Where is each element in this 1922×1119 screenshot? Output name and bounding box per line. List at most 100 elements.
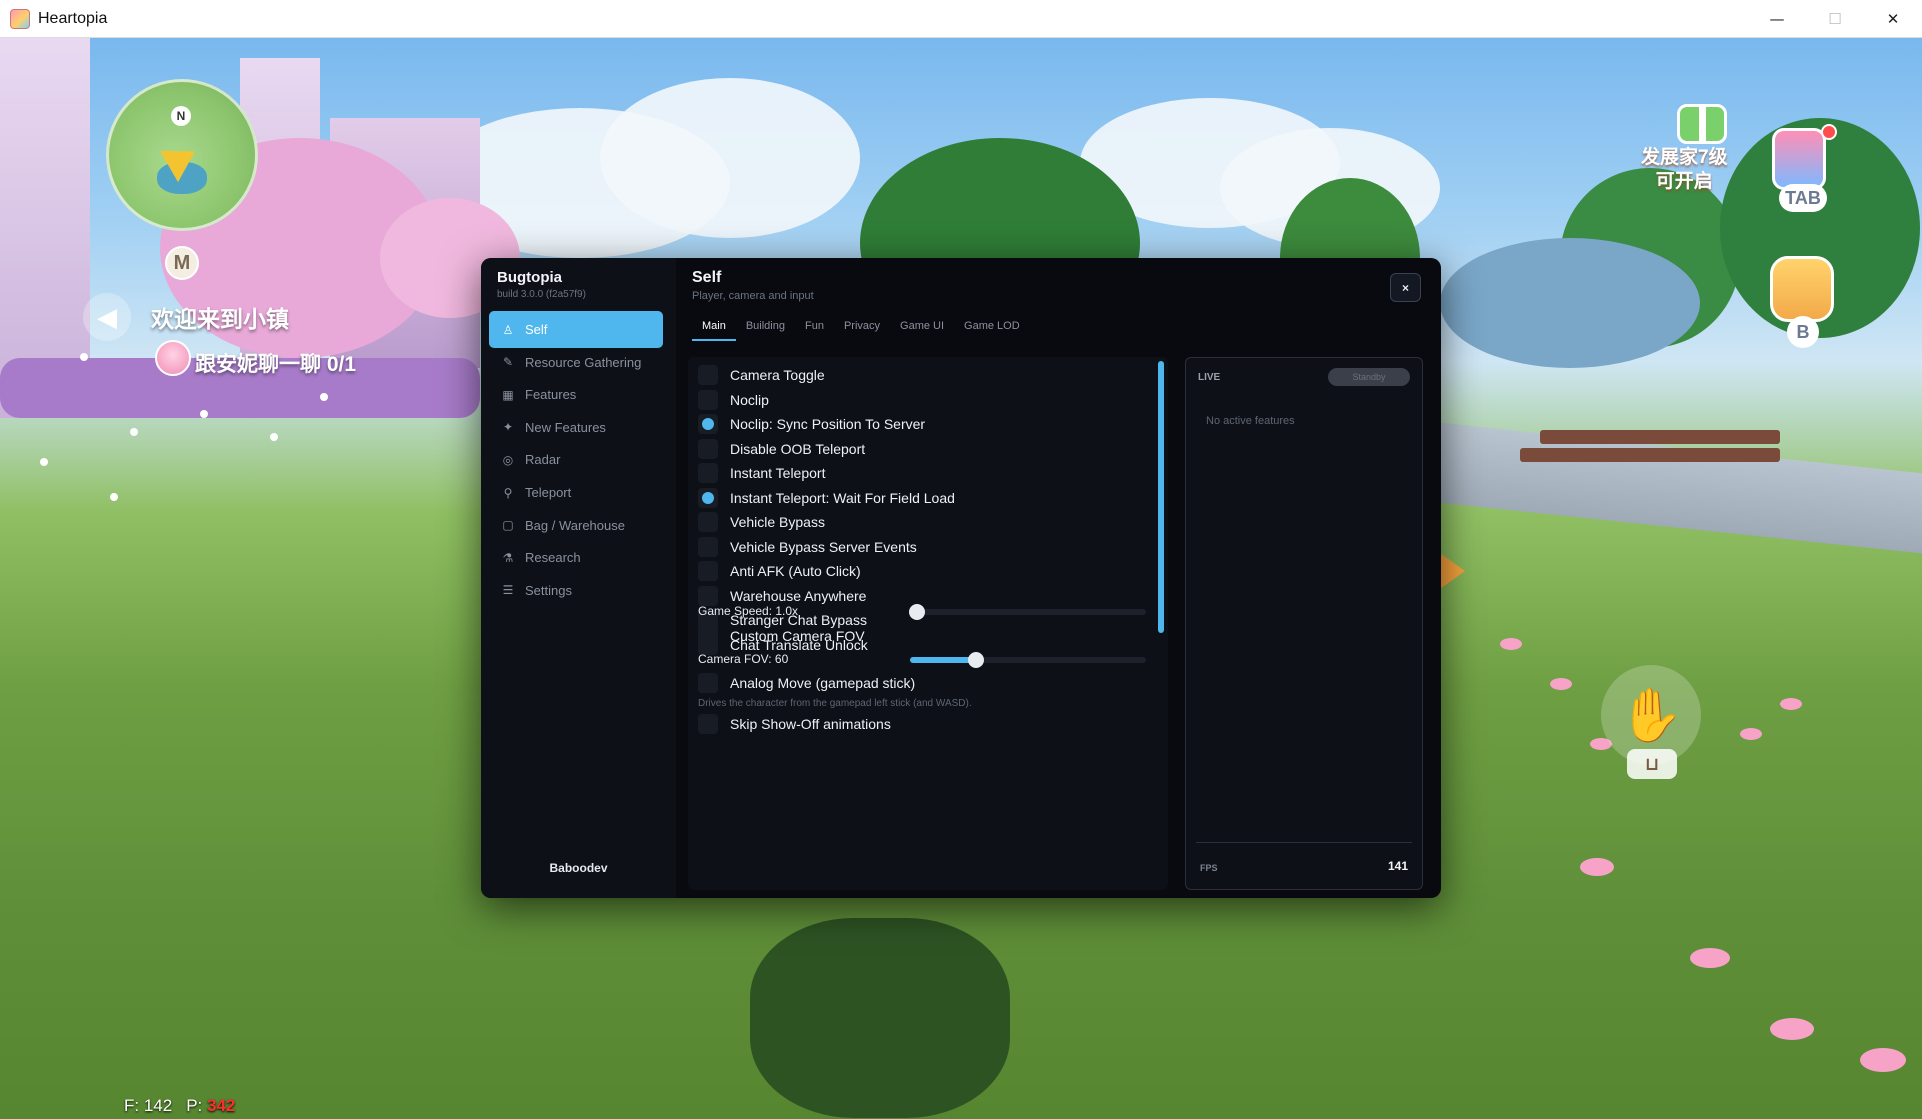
sit-button[interactable]: ⊔ (1627, 749, 1677, 779)
option-instant-teleport-wait-for-field-load[interactable]: Instant Teleport: Wait For Field Load (688, 486, 1148, 510)
sidebar-item-settings[interactable]: ☰ Settings (489, 572, 663, 609)
option-checkbox[interactable] (698, 463, 718, 483)
camera-fov-fill (910, 657, 977, 663)
option-camera-toggle[interactable]: Camera Toggle (688, 363, 1148, 387)
option-skip-show-off[interactable]: Skip Show-Off animations (688, 711, 1148, 737)
option-checkbox[interactable] (698, 487, 718, 508)
menu-brand: Bugtopia (497, 269, 562, 286)
daisy (80, 353, 88, 361)
radar-icon: ◎ (502, 452, 514, 467)
person-icon: ♙ (502, 322, 514, 337)
section-tabs: Main Building Fun Privacy Game UI Game LOD (692, 311, 1030, 341)
sidebar-item-label: Research (525, 550, 581, 566)
tab-building[interactable]: Building (736, 311, 795, 341)
sidebar-item-label: Bag / Warehouse (525, 517, 625, 533)
sidebar-item-research[interactable]: ⚗ Research (489, 539, 663, 576)
game-speed-thumb[interactable] (909, 604, 926, 620)
direction-arrow-icon (1437, 551, 1465, 591)
option-checkbox[interactable] (698, 438, 718, 459)
perf-stats: F: 142 P: 342 (124, 1096, 235, 1116)
option-disable-oob-teleport[interactable]: Disable OOB Teleport (688, 437, 1148, 461)
page-subtitle: Player, camera and input (692, 290, 814, 302)
option-checkbox[interactable] (698, 536, 718, 557)
tab-main[interactable]: Main (692, 311, 736, 341)
gift-icon[interactable] (1677, 104, 1727, 144)
custom-fov-checkbox[interactable] (698, 626, 718, 646)
close-window-button[interactable]: ✕ (1864, 0, 1922, 38)
option-anti-afk-auto-click[interactable]: Anti AFK (Auto Click) (688, 559, 1148, 583)
npc-avatar (155, 340, 191, 376)
distant-cliff (1440, 238, 1700, 368)
option-vehicle-bypass[interactable]: Vehicle Bypass (688, 510, 1148, 534)
window-controls: — ☐ ✕ (1748, 0, 1922, 38)
cheat-menu-window: Bugtopia build 3.0.0 (f2a57f9) ♙ Self ✎ Res… (481, 258, 1441, 898)
phone-menu-icon[interactable] (1772, 128, 1826, 190)
app-logo-icon (10, 8, 30, 29)
sidebar-item-radar[interactable]: ◎ Radar (489, 441, 663, 478)
option-label: Disable OOB Teleport (730, 440, 866, 457)
option-checkbox[interactable] (698, 585, 718, 606)
option-label: Noclip: Sync Position To Server (730, 416, 926, 432)
option-label: Anti AFK (Auto Click) (730, 563, 861, 579)
option-checkbox[interactable] (698, 389, 718, 410)
option-checkbox[interactable] (698, 512, 718, 532)
option-checkbox[interactable] (698, 365, 718, 385)
options-scrollbar[interactable] (1158, 361, 1164, 633)
option-label: Noclip (730, 391, 769, 408)
sidebar-item-new-features[interactable]: ✦ New Features (489, 409, 663, 446)
sidebar-item-self[interactable]: ♙ Self (489, 311, 663, 348)
sidebar-item-features[interactable]: ▦ Features (489, 376, 663, 413)
fps-value: 141 (1387, 859, 1408, 873)
tab-fun[interactable]: Fun (795, 311, 834, 341)
welcome-banner: 欢迎来到小镇 (151, 306, 289, 332)
minimap[interactable] (106, 79, 258, 231)
analog-move-hint: Drives the character from the gamepad le… (698, 698, 972, 709)
options-panel[interactable]: Camera Toggle Noclip Noclip: Sync Position… (688, 357, 1168, 890)
maximize-button[interactable]: ☐ (1806, 0, 1864, 38)
option-analog-move[interactable]: Analog Move (gamepad stick) (688, 670, 1148, 696)
camera-fov-label: Camera FOV: 60 (698, 652, 789, 666)
option-checkbox[interactable] (698, 561, 718, 581)
flower (1740, 728, 1762, 740)
analog-move-checkbox[interactable] (698, 673, 718, 693)
option-label: Vehicle Bypass (730, 514, 825, 530)
window-title: Heartopia (38, 9, 108, 27)
divider (1196, 842, 1412, 843)
tab-privacy[interactable]: Privacy (834, 311, 890, 341)
fence (1540, 430, 1780, 444)
sidebar-item-teleport[interactable]: ⚲ Teleport (489, 474, 663, 511)
option-noclip[interactable]: Noclip (688, 388, 1148, 412)
quest-tracker[interactable]: 跟安妮聊一聊 0/1 (195, 348, 356, 378)
map-key-button[interactable]: M (165, 246, 199, 280)
sidebar-item-bag-warehouse[interactable]: ▢ Bag / Warehouse (489, 507, 663, 544)
bag-key-badge[interactable]: B (1787, 316, 1819, 348)
sidebar-item-resource-gathering[interactable]: ✎ Resource Gathering (489, 344, 663, 381)
sidebar-item-label: Radar (525, 452, 561, 468)
option-noclip-sync-position-to-server[interactable]: Noclip: Sync Position To Server (688, 412, 1148, 436)
option-label: Custom Camera FOV (730, 628, 865, 644)
ping-label: P: (186, 1096, 203, 1115)
option-instant-teleport[interactable]: Instant Teleport (688, 461, 1148, 485)
menu-sidebar: Bugtopia build 3.0.0 (f2a57f9) ♙ Self ✎ Res… (481, 258, 676, 898)
backpack-icon[interactable] (1770, 256, 1834, 322)
option-checkbox[interactable] (698, 414, 718, 434)
option-label: Skip Show-Off animations (730, 716, 891, 732)
option-vehicle-bypass-server-events[interactable]: Vehicle Bypass Server Events (688, 535, 1148, 559)
window-titlebar: Heartopia — ☐ ✕ (0, 0, 1922, 38)
daisy (110, 493, 118, 501)
tab-game-lod[interactable]: Game LOD (954, 311, 1030, 341)
tab-key-badge[interactable]: TAB (1779, 184, 1827, 212)
minimize-button[interactable]: — (1748, 0, 1806, 38)
sliders-icon: ☰ (502, 583, 514, 598)
sidebar-item-label: Teleport (525, 485, 572, 500)
compass-north-icon: N (171, 106, 191, 126)
shadow (750, 918, 1010, 1118)
game-speed-slider[interactable] (909, 604, 1146, 620)
collapse-quest-icon[interactable]: ◀ (83, 293, 131, 341)
skip-show-off-checkbox[interactable] (698, 714, 718, 734)
camera-fov-slider[interactable] (910, 652, 1146, 668)
option-custom-camera-fov[interactable]: Custom Camera FOV (688, 623, 1148, 649)
tab-game-ui[interactable]: Game UI (890, 311, 954, 341)
camera-fov-thumb[interactable] (968, 652, 985, 668)
close-menu-button[interactable]: × (1390, 273, 1421, 302)
